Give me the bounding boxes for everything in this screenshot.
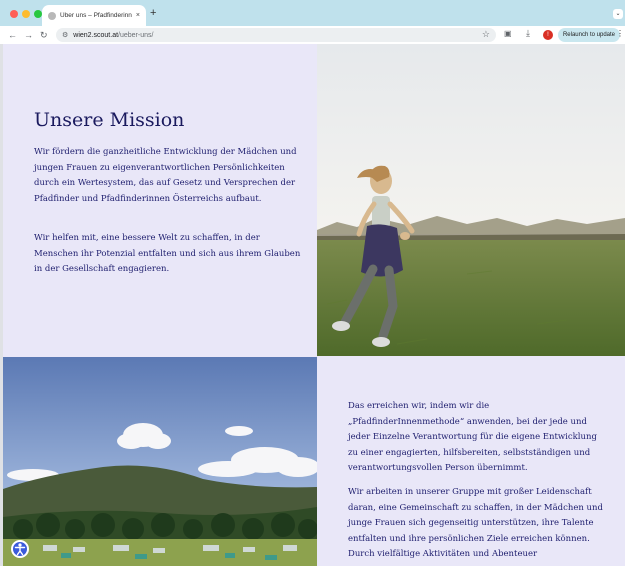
camp-landscape-photo	[3, 357, 317, 566]
tab-strip: Über uns – Pfadfinderinnen Wien × + ⌄	[0, 0, 625, 26]
menu-icon[interactable]: ⋮	[616, 29, 624, 38]
tab-search-icon[interactable]: ⌄	[613, 9, 623, 19]
profile-badge[interactable]: !	[543, 30, 553, 40]
accessibility-icon	[14, 543, 26, 556]
favicon-icon	[48, 11, 56, 20]
relaunch-button[interactable]: Relaunch to update	[558, 28, 620, 42]
url-path: /ueber-uns/	[118, 31, 154, 39]
browser-toolbar: ← → ↻ ⚙ wien2.scout.at/ueber-uns/ ☆ ▣ ⤓ …	[0, 26, 625, 44]
address-bar[interactable]: ⚙ wien2.scout.at/ueber-uns/ ☆	[56, 28, 496, 42]
girl-running-illustration	[317, 44, 625, 356]
url-host: wien2.scout.at	[73, 31, 119, 39]
method-paragraph-2: Wir arbeiten in unserer Gruppe mit große…	[348, 487, 603, 559]
tune-icon[interactable]: ⚙	[62, 31, 68, 39]
url-text[interactable]: wien2.scout.at/ueber-uns/	[73, 32, 153, 39]
close-window-button[interactable]	[10, 10, 18, 18]
back-icon[interactable]: ←	[8, 29, 17, 41]
accessibility-button[interactable]	[11, 540, 29, 558]
active-tab[interactable]: Über uns – Pfadfinderinnen Wien ×	[42, 5, 146, 26]
method-paragraph-1: Das erreichen wir, indem wir die „Pfadfi…	[348, 401, 597, 473]
browser-window: Über uns – Pfadfinderinnen Wien × + ⌄ ← …	[0, 0, 625, 566]
mission-paragraph-1: Wir fördern die ganzheitliche Entwicklun…	[34, 147, 297, 204]
tab-close-icon[interactable]: ×	[136, 12, 140, 19]
method-section: Das erreichen wir, indem wir die „Pfadfi…	[317, 357, 625, 566]
bookmark-star-icon[interactable]: ☆	[482, 29, 490, 40]
extensions-icon[interactable]: ▣	[504, 29, 512, 38]
new-tab-button[interactable]: +	[150, 8, 156, 19]
tab-title: Über uns – Pfadfinderinnen Wien	[60, 12, 132, 19]
minimize-window-button[interactable]	[22, 10, 30, 18]
girl-running-photo	[317, 44, 625, 356]
reload-icon[interactable]: ↻	[40, 29, 48, 41]
forward-icon[interactable]: →	[24, 29, 33, 41]
page-viewport[interactable]: Unsere Mission Wir fördern die ganzheitl…	[3, 44, 625, 566]
mission-paragraph-2: Wir helfen mit, eine bessere Welt zu sch…	[34, 233, 301, 274]
camp-landscape-illustration	[3, 357, 317, 566]
download-icon[interactable]: ⤓	[526, 28, 530, 39]
mission-section: Unsere Mission Wir fördern die ganzheitl…	[3, 44, 317, 356]
maximize-window-button[interactable]	[34, 10, 42, 18]
page-title: Unsere Mission	[34, 109, 185, 131]
